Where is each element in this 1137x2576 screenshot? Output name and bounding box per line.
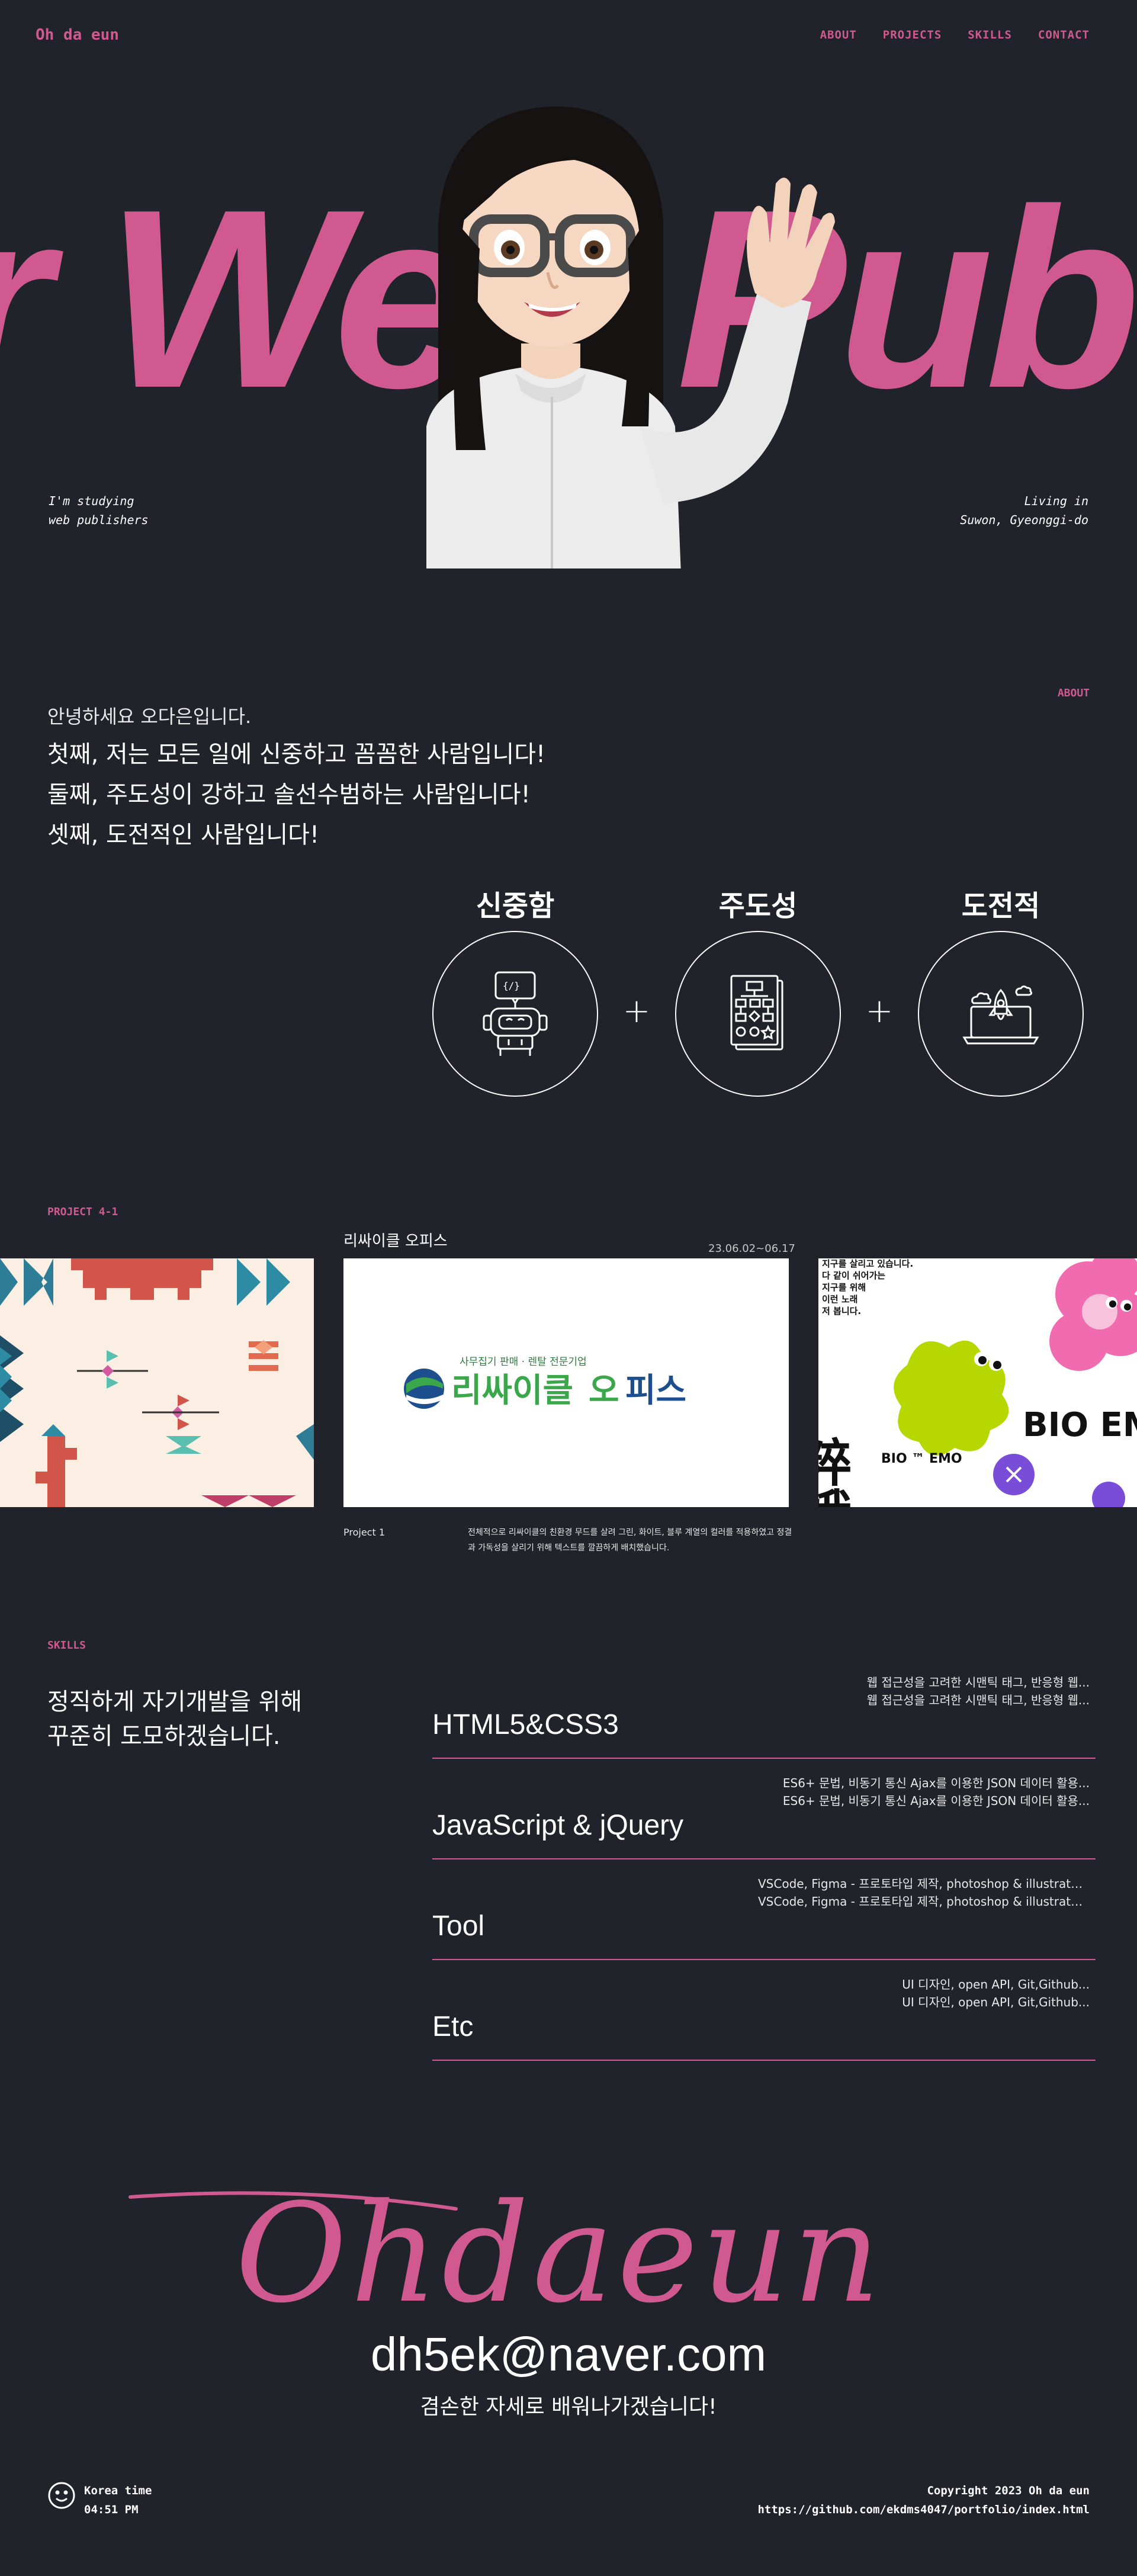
skills-message: 정직하게 자기개발을 위해 꾸준히 도모하겠습니다. bbox=[47, 1685, 302, 1753]
skill-description: VSCode, Figma - 프로토타입 제작, photoshop & il… bbox=[758, 1875, 1090, 1910]
about-line: 셋째, 도전적인 사람입니다! bbox=[47, 821, 319, 849]
poster-small-logo: BIO ™ EMO bbox=[881, 1451, 962, 1466]
skill-name: Tool bbox=[432, 1910, 485, 1942]
project-number: Project 1 bbox=[343, 1527, 386, 1538]
site-header: Oh da eun ABOUT PROJECTS SKILLS CONTACT bbox=[0, 0, 1137, 71]
skill-description: ES6+ 문법, 비동기 통신 Ajax를 이용한 JSON 데이터 활용...… bbox=[758, 1774, 1090, 1810]
skill-desc-line: VSCode, Figma - 프로토타입 제작, photoshop & il… bbox=[758, 1877, 1090, 1891]
signature-lettering: Ohdaeun bbox=[129, 2185, 884, 2333]
traits-row: 신중함 {/} + 주도성 + 도전적 bbox=[432, 882, 1084, 1097]
poster-text: 지구를 살리고 있습니다. bbox=[822, 1258, 913, 1269]
project-slide-next[interactable]: 지구를 살리고 있습니다. 다 같이 쉬어가는 지구를 위해 이런 노래 저 봅… bbox=[818, 1258, 1137, 1507]
skill-name: Etc bbox=[432, 2011, 474, 2042]
skill-desc-line: UI 디자인, open API, Git,Github... bbox=[902, 1977, 1090, 1992]
skill-desc-line: ES6+ 문법, 비동기 통신 Ajax를 이용한 JSON 데이터 활용... bbox=[782, 1776, 1090, 1790]
skill-desc-line: UI 디자인, open API, Git,Github... bbox=[902, 1995, 1090, 2009]
poster-text: 지구를 위해 bbox=[822, 1282, 866, 1293]
about-intro: 안녕하세요 오다은입니다. bbox=[47, 705, 252, 728]
trait-challenge: 도전적 bbox=[918, 882, 1084, 1097]
trait-circle bbox=[675, 931, 841, 1097]
poster-big-logo: BIO EMO bbox=[1023, 1406, 1137, 1444]
plus-sign: + bbox=[865, 992, 894, 1030]
korea-clock: Korea time 04:51 PM bbox=[84, 2481, 152, 2519]
svg-text:Ohdaeun: Ohdaeun bbox=[235, 2185, 884, 2333]
hero-location-right: Living in Suwon, Gyeonggi-do bbox=[960, 492, 1088, 529]
project-name: 리싸이클 오피스 bbox=[343, 1232, 448, 1250]
trait-circle bbox=[918, 931, 1084, 1097]
logo-text-green: 리싸이클 bbox=[451, 1371, 573, 1410]
project-date: 23.06.02~06.17 bbox=[708, 1242, 795, 1255]
clock-time: 04:51 PM bbox=[84, 2503, 139, 2516]
hero-right-line2: Suwon, Gyeonggi-do bbox=[960, 513, 1088, 527]
skill-desc-line: VSCode, Figma - 프로토타입 제작, photoshop & il… bbox=[758, 1894, 1090, 1909]
nav-skills-link[interactable]: SKILLS bbox=[968, 28, 1012, 41]
skills-tag: SKILLS bbox=[47, 1639, 86, 1652]
about-line: 둘째, 주도성이 강하고 솔선수범하는 사람입니다! bbox=[47, 781, 531, 808]
hero-left-line1: I'm studying bbox=[49, 494, 134, 508]
footer-info: Copyright 2023 Oh da eun https://github.… bbox=[757, 2481, 1090, 2519]
rocket-laptop-icon bbox=[962, 985, 1039, 1045]
projects-tag: PROJECT 4-1 bbox=[47, 1206, 118, 1218]
nav-projects-link[interactable]: PROJECTS bbox=[883, 28, 942, 41]
skill-description: UI 디자인, open API, Git,Github... UI 디자인, … bbox=[758, 1976, 1090, 2011]
about-tag: ABOUT bbox=[1057, 687, 1090, 699]
logo-tagline: 사무집기 판매 · 렌탈 전문기업 bbox=[460, 1356, 587, 1368]
skill-description: 웹 접근성을 고려한 시맨틱 태그, 반응형 웹... 웹 접근성을 고려한 시… bbox=[758, 1674, 1090, 1709]
hero-left-line2: web publishers bbox=[49, 513, 149, 527]
hero-status-left: I'm studying web publishers bbox=[49, 492, 149, 529]
skill-item-html-css[interactable]: HTML5&CSS3 웹 접근성을 고려한 시맨틱 태그, 반응형 웹... 웹… bbox=[432, 1658, 1096, 1759]
skill-list: HTML5&CSS3 웹 접근성을 고려한 시맨틱 태그, 반응형 웹... 웹… bbox=[432, 1658, 1096, 2061]
skill-item-javascript[interactable]: JavaScript & jQuery ES6+ 문법, 비동기 통신 Ajax… bbox=[432, 1759, 1096, 1859]
hero-section: r Web Publish I bbox=[0, 71, 1137, 568]
avatar-illustration bbox=[426, 106, 835, 568]
copyright: Copyright 2023 Oh da eun bbox=[927, 2484, 1090, 2497]
site-logo[interactable]: Oh da eun bbox=[36, 26, 119, 44]
robot-icon: {/} bbox=[483, 971, 548, 1056]
skill-name: JavaScript & jQuery bbox=[432, 1810, 684, 1841]
about-lines: 첫째, 저는 모든 일에 신중하고 꼼꼼한 사람입니다! 둘째, 주도성이 강하… bbox=[47, 734, 545, 855]
project-slide-prev[interactable] bbox=[0, 1258, 314, 1507]
bio-emo-poster: 지구를 살리고 있습니다. 다 같이 쉬어가는 지구를 위해 이런 노래 저 봅… bbox=[818, 1258, 1137, 1507]
svg-text:{/}: {/} bbox=[503, 980, 520, 991]
poster-text: 다 같이 쉬어가는 bbox=[822, 1270, 885, 1281]
skill-item-etc[interactable]: Etc UI 디자인, open API, Git,Github... UI 디… bbox=[432, 1960, 1096, 2061]
skill-desc-line: 웹 접근성을 고려한 시맨틱 태그, 반응형 웹... bbox=[866, 1675, 1090, 1690]
poster-text: 이런 노래 bbox=[822, 1294, 857, 1305]
poster-text: 저 봅니다. bbox=[822, 1306, 861, 1316]
trait-careful: 신중함 {/} bbox=[432, 882, 598, 1097]
logo-text-blue: 피스 bbox=[625, 1371, 686, 1410]
poster-hanzi: 粹娥 bbox=[818, 1436, 851, 1507]
nav-about-link[interactable]: ABOUT bbox=[820, 28, 857, 41]
trait-circle: {/} bbox=[432, 931, 598, 1097]
skill-name: HTML5&CSS3 bbox=[432, 1709, 619, 1740]
about-line: 첫째, 저는 모든 일에 신중하고 꼼꼼한 사람입니다! bbox=[47, 741, 546, 768]
contact-message: 겸손한 자세로 배워나가겠습니다! bbox=[420, 2395, 717, 2419]
nav-contact-link[interactable]: CONTACT bbox=[1038, 28, 1090, 41]
skill-desc-line: ES6+ 문법, 비동기 통신 Ajax를 이용한 JSON 데이터 활용... bbox=[782, 1794, 1090, 1808]
github-link[interactable]: https://github.com/ekdms4047/portfolio/i… bbox=[757, 2500, 1090, 2519]
skill-item-tool[interactable]: Tool VSCode, Figma - 프로토타입 제작, photoshop… bbox=[432, 1859, 1096, 1960]
pattern-artwork bbox=[0, 1258, 314, 1507]
hero-right-line1: Living in bbox=[1024, 494, 1088, 508]
flowchart-icon bbox=[730, 975, 783, 1051]
trait-title: 주도성 bbox=[718, 889, 798, 923]
logo-text-o: 오 bbox=[589, 1371, 619, 1410]
recycle-office-logo: 사무집기 판매 · 렌탈 전문기업 리싸이클 오 피스 bbox=[404, 1356, 686, 1410]
trait-title: 도전적 bbox=[961, 889, 1040, 923]
skills-message-line: 꾸준히 도모하겠습니다. bbox=[47, 1723, 281, 1750]
skills-message-line: 정직하게 자기개발을 위해 bbox=[47, 1688, 303, 1716]
project-description: 전체적으로 리싸이클의 친환경 무드를 살려 그린, 화이트, 블루 계열의 컬… bbox=[468, 1528, 792, 1553]
trait-initiative: 주도성 bbox=[675, 882, 841, 1097]
contact-email[interactable]: dh5ek@naver.com bbox=[0, 2327, 1137, 2382]
skill-desc-line: 웹 접근성을 고려한 시맨틱 태그, 반응형 웹... bbox=[866, 1693, 1090, 1707]
clock-label: Korea time bbox=[84, 2484, 152, 2497]
trait-title: 신중함 bbox=[476, 889, 555, 923]
smile-icon bbox=[48, 2482, 75, 2509]
project-slide-current[interactable]: 사무집기 판매 · 렌탈 전문기업 리싸이클 오 피스 bbox=[343, 1258, 789, 1507]
main-nav: ABOUT PROJECTS SKILLS CONTACT bbox=[820, 28, 1090, 41]
plus-sign: + bbox=[622, 992, 651, 1030]
